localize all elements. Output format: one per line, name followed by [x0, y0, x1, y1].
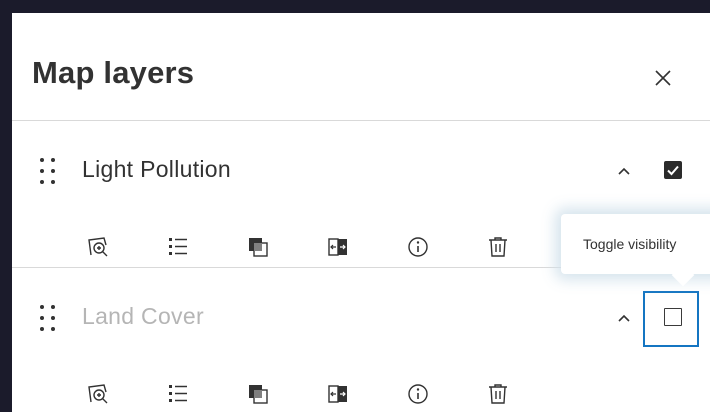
legend-button[interactable] — [162, 378, 194, 410]
close-icon — [655, 70, 671, 86]
layer-name: Light Pollution — [82, 156, 231, 182]
layer-item-land-cover: Land Cover — [12, 268, 710, 412]
transparency-icon — [249, 385, 268, 404]
chevron-up-icon — [618, 314, 630, 322]
info-button[interactable] — [402, 378, 434, 410]
visibility-checkbox[interactable] — [664, 161, 682, 179]
swipe-icon — [328, 238, 347, 256]
zoom-to-icon — [88, 384, 108, 404]
checkmark-icon — [667, 165, 679, 176]
info-icon — [408, 384, 428, 404]
layer-name: Land Cover — [82, 303, 204, 329]
tooltip: Toggle visibility — [561, 214, 710, 274]
panel-header: Map layers — [12, 13, 710, 121]
transparency-icon — [249, 238, 268, 257]
chevron-up-icon — [618, 167, 630, 175]
transparency-button[interactable] — [242, 231, 274, 263]
zoom-to-button[interactable] — [82, 231, 114, 263]
collapse-button[interactable] — [612, 159, 636, 183]
drag-handle-icon[interactable] — [38, 156, 58, 186]
legend-button[interactable] — [162, 231, 194, 263]
collapse-button[interactable] — [612, 306, 636, 330]
zoom-to-button[interactable] — [82, 378, 114, 410]
map-layers-panel: Map layers Light Pollution Land Cover To… — [12, 13, 710, 412]
delete-icon — [489, 237, 507, 257]
panel-title: Map layers — [32, 55, 195, 90]
legend-icon — [169, 238, 187, 255]
info-button[interactable] — [402, 231, 434, 263]
swipe-button[interactable] — [322, 231, 354, 263]
tooltip-text: Toggle visibility — [583, 236, 677, 252]
transparency-button[interactable] — [242, 378, 274, 410]
legend-icon — [169, 385, 187, 402]
info-icon — [408, 237, 428, 257]
delete-icon — [489, 384, 507, 404]
swipe-button[interactable] — [322, 378, 354, 410]
close-button[interactable] — [648, 63, 678, 93]
delete-button[interactable] — [482, 378, 514, 410]
swipe-icon — [328, 385, 347, 403]
zoom-to-icon — [88, 237, 108, 257]
drag-handle-icon[interactable] — [38, 303, 58, 333]
delete-button[interactable] — [482, 231, 514, 263]
visibility-checkbox[interactable] — [664, 308, 682, 326]
